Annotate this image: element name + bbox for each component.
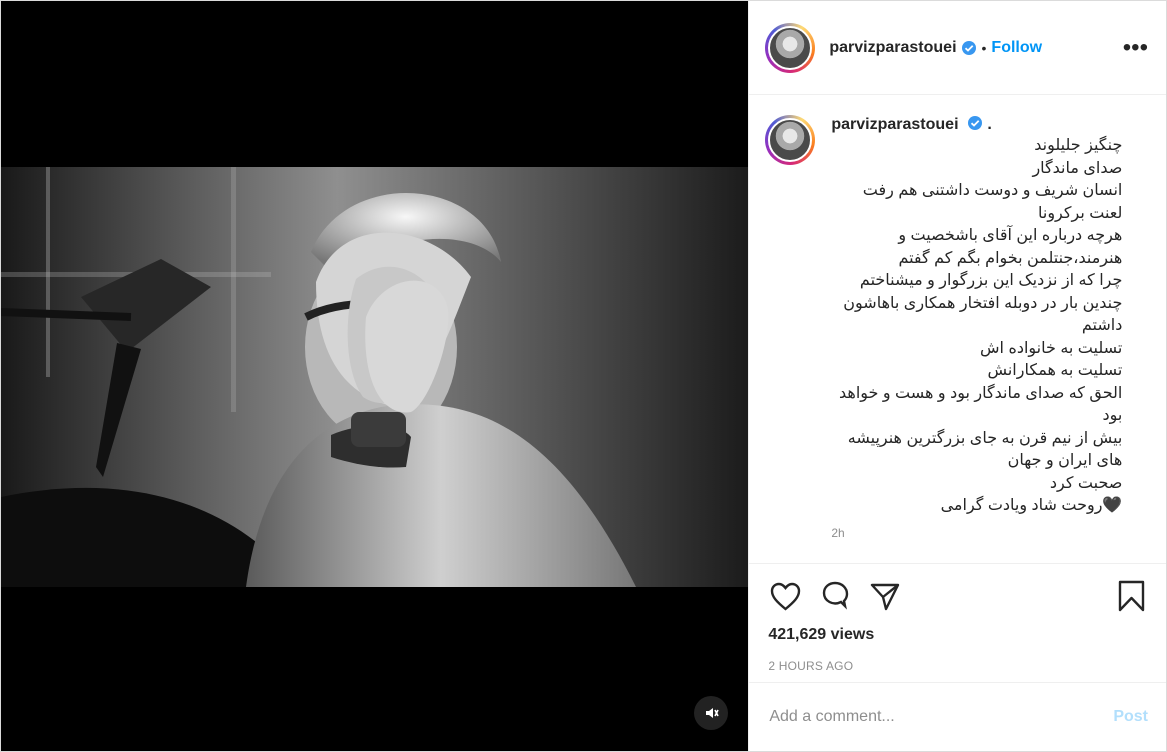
like-button[interactable] xyxy=(768,579,802,613)
bookmark-icon xyxy=(1118,580,1144,612)
caption-username[interactable]: parvizparastouei xyxy=(831,116,958,133)
instagram-post-window: parvizparastouei • Follow ••• parvizpara… xyxy=(0,0,1167,752)
video-panel[interactable] xyxy=(1,1,749,751)
comment-icon xyxy=(823,581,849,610)
more-options-icon[interactable]: ••• xyxy=(1123,35,1148,60)
post-sidebar: parvizparastouei • Follow ••• parvizpara… xyxy=(748,1,1166,751)
comment-input[interactable] xyxy=(769,708,1114,726)
post-actions: 421,629 views 2 HOURS AGO xyxy=(749,563,1166,683)
avatar-image xyxy=(768,118,813,162)
view-count[interactable]: 421,629 views xyxy=(768,626,1148,644)
post-caption: parvizparastouei . چنگیز جلیلوند صدای ما… xyxy=(765,115,1148,565)
heart-icon xyxy=(770,582,801,611)
verified-icon xyxy=(961,40,976,55)
comment-bar: Post xyxy=(749,682,1166,751)
caption-user-line: parvizparastouei . xyxy=(831,115,1148,135)
profile-avatar[interactable] xyxy=(765,22,816,73)
caption-period: . xyxy=(987,116,992,133)
separator-dot: • xyxy=(981,39,987,56)
verified-icon xyxy=(967,116,982,130)
caption-avatar[interactable] xyxy=(765,115,816,165)
mute-button[interactable] xyxy=(694,696,728,730)
header-username[interactable]: parvizparastouei xyxy=(829,39,956,57)
comment-button[interactable] xyxy=(818,579,852,613)
video-frame[interactable] xyxy=(1,167,749,587)
caption-body: parvizparastouei . چنگیز جلیلوند صدای ما… xyxy=(831,115,1148,540)
post-header: parvizparastouei • Follow ••• xyxy=(749,1,1166,95)
follow-button[interactable]: Follow xyxy=(991,39,1042,57)
studio-portrait-image xyxy=(1,167,749,587)
posted-date[interactable]: 2 HOURS AGO xyxy=(768,659,1148,673)
save-button[interactable] xyxy=(1114,579,1148,613)
caption-comment: parvizparastouei . چنگیز جلیلوند صدای ما… xyxy=(765,115,1148,540)
share-icon xyxy=(871,583,900,611)
action-icons xyxy=(768,580,1148,612)
share-button[interactable] xyxy=(868,579,902,613)
caption-time[interactable]: 2h xyxy=(831,526,1148,540)
post-comment-button[interactable]: Post xyxy=(1113,708,1148,726)
mute-icon xyxy=(706,708,719,718)
avatar-image xyxy=(768,25,813,70)
caption-text: چنگیز جلیلوند صدای ماندگار انسان شریف و … xyxy=(838,137,1123,514)
